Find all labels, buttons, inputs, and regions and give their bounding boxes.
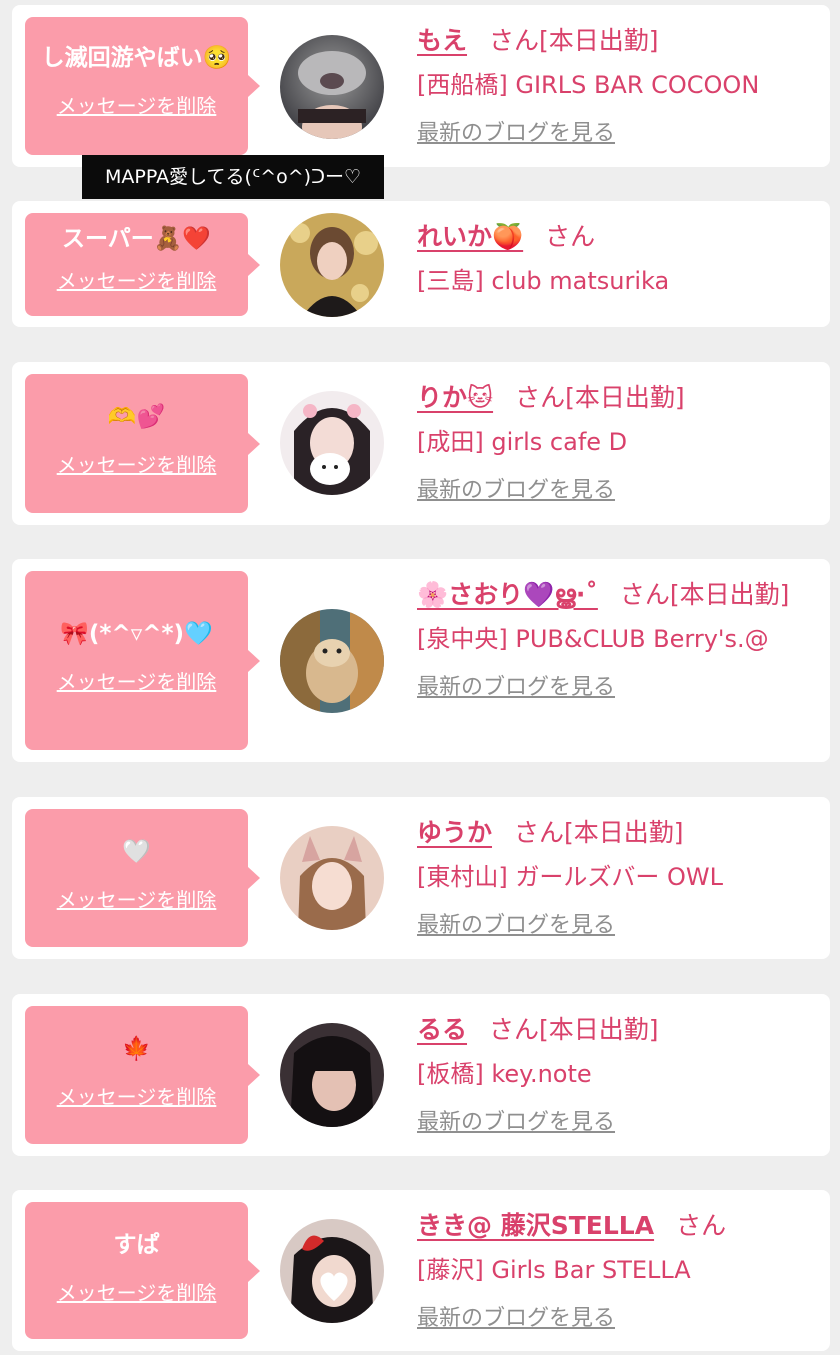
message-bubble: 🤍 メッセージを削除	[25, 809, 260, 947]
latest-blog-link[interactable]: 最新のブログを見る	[417, 1108, 810, 1138]
message-bubble: スーパー🧸❤️ メッセージを削除	[25, 213, 260, 316]
shop-name: [泉中央] PUB&CLUB Berry's.@	[417, 625, 769, 653]
message-bubble: 🎀(*^▿^*)🩵 メッセージを削除	[25, 571, 260, 750]
status-label: [本日出勤]	[564, 818, 684, 847]
delete-message-link[interactable]: メッセージを削除	[25, 1084, 248, 1110]
favorite-card: スーパー🧸❤️ メッセージを削除 れいか🍑 さん [三島] club matsur…	[12, 201, 830, 327]
delete-message-link[interactable]: メッセージを削除	[25, 669, 248, 695]
message-tooltip: MAPPA愛してる(ᑦ^o^)ᑐー♡	[82, 155, 384, 199]
cast-name-link[interactable]: きき@ 藤沢STELLA	[417, 1211, 654, 1240]
cast-name-link[interactable]: もえ	[417, 26, 467, 55]
honorific: さん	[514, 818, 565, 847]
avatar[interactable]	[280, 35, 384, 139]
shop-name: [三島] club matsurika	[417, 267, 670, 295]
avatar[interactable]	[280, 213, 384, 317]
avatar[interactable]	[280, 1023, 384, 1127]
status-label: [本日出勤]	[669, 580, 790, 609]
avatar[interactable]	[280, 826, 384, 930]
status-label: [本日出勤]	[539, 26, 659, 55]
cast-name-link[interactable]: るる	[417, 1015, 467, 1044]
bubble-message-text: 🍁	[122, 1036, 151, 1062]
message-bubble: すぱ メッセージを削除	[25, 1202, 260, 1339]
cast-info: もえ さん[本日出勤] [西船橋] GIRLS BAR COCOON 最新のブログ…	[417, 19, 810, 149]
status-label: [本日出勤]	[565, 383, 685, 412]
message-bubble: 🫶💕 メッセージを削除	[25, 374, 260, 513]
avatar[interactable]	[280, 609, 384, 713]
avatar[interactable]	[280, 391, 384, 495]
cast-info: 🌸さおり💜ൠ·˚ さん[本日出勤] [泉中央] PUB&CLUB Berry's.…	[417, 573, 810, 703]
bubble-message-text: すぱ	[113, 1232, 160, 1258]
honorific: さん	[515, 383, 566, 412]
favorite-card: 🍁 メッセージを削除 るる さん[本日出勤] [板橋] key.note 最新のブ…	[12, 994, 830, 1156]
honorific: さん	[676, 1211, 727, 1240]
status-label: [本日出勤]	[539, 1015, 659, 1044]
shop-name: [西船橋] GIRLS BAR COCOON	[417, 71, 760, 99]
bubble-message-text: 🎀(*^▿^*)🩵	[60, 621, 213, 647]
delete-message-link[interactable]: メッセージを削除	[25, 1280, 248, 1306]
latest-blog-link[interactable]: 最新のブログを見る	[417, 119, 810, 149]
latest-blog-link[interactable]: 最新のブログを見る	[417, 1304, 810, 1334]
cast-name-link[interactable]: れいか🍑	[417, 222, 523, 251]
message-bubble: 🍁 メッセージを削除	[25, 1006, 260, 1144]
cast-name-link[interactable]: ゆうか	[417, 818, 492, 847]
honorific: さん	[619, 580, 670, 609]
cast-info: りか🐱 さん[本日出勤] [成田] girls cafe D 最新のブログを見る	[417, 376, 810, 506]
cast-name-link[interactable]: りか🐱	[417, 383, 493, 412]
shop-name: [東村山] ガールズバー OWL	[417, 863, 723, 891]
latest-blog-link[interactable]: 最新のブログを見る	[417, 673, 810, 703]
latest-blog-link[interactable]: 最新のブログを見る	[417, 911, 810, 941]
bubble-message-text: し滅回游やばい🥺	[41, 45, 232, 71]
cast-name-link[interactable]: 🌸さおり💜ൠ·˚	[417, 580, 598, 609]
bubble-message-text: 🫶💕	[107, 404, 166, 430]
avatar[interactable]	[280, 1219, 384, 1323]
shop-name: [板橋] key.note	[417, 1060, 592, 1088]
cast-info: るる さん[本日出勤] [板橋] key.note 最新のブログを見る	[417, 1008, 810, 1138]
shop-name: [藤沢] Girls Bar STELLA	[417, 1256, 691, 1284]
cast-info: きき@ 藤沢STELLA さん [藤沢] Girls Bar STELLA 最新の…	[417, 1204, 810, 1334]
delete-message-link[interactable]: メッセージを削除	[25, 93, 248, 119]
message-bubble: し滅回游やばい🥺 メッセージを削除	[25, 17, 260, 155]
delete-message-link[interactable]: メッセージを削除	[25, 452, 248, 478]
honorific: さん	[489, 1015, 540, 1044]
favorite-card: し滅回游やばい🥺 メッセージを削除 もえ さん[本日出勤] [西船橋] GIRLS…	[12, 5, 830, 167]
cast-info: ゆうか さん[本日出勤] [東村山] ガールズバー OWL 最新のブログを見る	[417, 811, 810, 941]
honorific: さん	[545, 222, 596, 251]
shop-name: [成田] girls cafe D	[417, 428, 628, 456]
favorite-card: 🤍 メッセージを削除 ゆうか さん[本日出勤] [東村山] ガールズバー OWL …	[12, 797, 830, 959]
cast-info: れいか🍑 さん [三島] club matsurika	[417, 215, 810, 301]
bubble-message-text: 🤍	[122, 839, 151, 865]
honorific: さん	[489, 26, 540, 55]
favorite-card: 🫶💕 メッセージを削除 りか🐱 さん[本日出勤] [成田] girls cafe …	[12, 362, 830, 525]
delete-message-link[interactable]: メッセージを削除	[25, 268, 248, 294]
bubble-message-text: スーパー🧸❤️	[61, 226, 212, 252]
favorite-card: 🎀(*^▿^*)🩵 メッセージを削除 🌸さおり💜ൠ·˚ さん[本日出勤] [泉中央…	[12, 559, 830, 762]
latest-blog-link[interactable]: 最新のブログを見る	[417, 476, 810, 506]
favorite-card: すぱ メッセージを削除 きき@ 藤沢STELLA さん [藤沢] Girls Ba…	[12, 1190, 830, 1351]
delete-message-link[interactable]: メッセージを削除	[25, 887, 248, 913]
